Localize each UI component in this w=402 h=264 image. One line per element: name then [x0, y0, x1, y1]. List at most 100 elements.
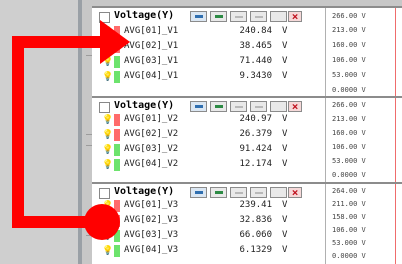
tick-label: 53.000 V [332, 239, 366, 247]
color-swatch [114, 245, 120, 257]
tick-label: 53.000 V [332, 157, 366, 165]
color-swatch [114, 159, 120, 171]
bulb-icon[interactable]: 💡 [102, 130, 113, 140]
row-unit: V [282, 215, 288, 225]
color-swatch [114, 129, 120, 141]
cursor-line [395, 184, 396, 264]
row-value: 71.440 [239, 56, 272, 66]
row-value: 91.424 [239, 144, 272, 154]
chart-button[interactable] [210, 187, 227, 198]
color-swatch [114, 71, 120, 83]
copy-button[interactable] [250, 187, 267, 198]
tick-label: 160.00 V [332, 41, 366, 49]
row-unit: V [282, 129, 288, 139]
bulb-icon[interactable]: 💡 [102, 115, 113, 125]
row-label: AVG[02]_V1 [124, 41, 179, 51]
row-label: AVG[01]_V3 [124, 200, 179, 210]
bulb-icon[interactable]: 💡 [102, 145, 113, 155]
tick-label: 264.00 V [332, 187, 366, 195]
y-axis: 264.00 V 211.00 V 158.00 V 106.00 V 53.0… [325, 184, 402, 264]
tick-label: 0.0000 V [332, 171, 366, 179]
tick-label: 213.00 V [332, 115, 366, 123]
color-swatch [114, 114, 120, 126]
row-label: AVG[04]_V3 [124, 245, 179, 255]
copy-button[interactable] [250, 11, 267, 22]
tick-label: 106.00 V [332, 226, 366, 234]
tick-label: 158.00 V [332, 213, 366, 221]
tick-label: 266.00 V [332, 12, 366, 20]
tick-label: 53.000 V [332, 71, 366, 79]
row-unit: V [282, 230, 288, 240]
chart-button[interactable] [210, 11, 227, 22]
row-value: 12.174 [239, 159, 272, 169]
row-unit: V [282, 114, 288, 124]
row-label: AVG[01]_V1 [124, 26, 179, 36]
row-label: AVG[03]_V1 [124, 56, 179, 66]
row-label: AVG[02]_V3 [124, 215, 179, 225]
tick-label: 266.00 V [332, 101, 366, 109]
row-value: 6.1329 [239, 245, 272, 255]
scale-button[interactable] [190, 101, 207, 112]
copy-button[interactable] [250, 101, 267, 112]
row-unit: V [282, 245, 288, 255]
panel-title: Voltage(Y) [114, 186, 175, 197]
row-unit: V [282, 144, 288, 154]
y-axis: 266.00 V 213.00 V 160.00 V 106.00 V 53.0… [325, 8, 402, 96]
color-swatch [114, 144, 120, 156]
bulb-icon[interactable]: 💡 [102, 246, 113, 256]
cursor-line [395, 8, 396, 96]
panel-checkbox[interactable] [99, 188, 110, 199]
line-button[interactable] [230, 101, 247, 112]
tick-label: 106.00 V [332, 143, 366, 151]
row-unit: V [282, 200, 288, 210]
panel-checkbox[interactable] [99, 102, 110, 113]
row-value: 38.465 [239, 41, 272, 51]
annotation-line-top [12, 36, 102, 48]
arrow-icon [100, 20, 130, 64]
line-button[interactable] [230, 11, 247, 22]
blank-button[interactable] [270, 101, 287, 112]
panel-title: Voltage(Y) [114, 100, 175, 111]
close-icon[interactable]: × [288, 101, 302, 112]
row-label: AVG[03]_V2 [124, 144, 179, 154]
row-label: AVG[01]_V2 [124, 114, 179, 124]
voltage-panel-1: Voltage(Y) × 💡 AVG[01]_V1 240.84 V 💡 AVG… [92, 6, 402, 96]
voltage-panel-3: Voltage(Y) × 💡 AVG[01]_V3 239.41 V 💡 AVG… [92, 182, 402, 264]
cursor-line [395, 98, 396, 182]
tick-label: 106.00 V [332, 56, 366, 64]
line-button[interactable] [230, 187, 247, 198]
row-label: AVG[04]_V2 [124, 159, 179, 169]
row-unit: V [282, 56, 288, 66]
row-label: AVG[04]_V1 [124, 71, 179, 81]
row-unit: V [282, 41, 288, 51]
scale-button[interactable] [190, 187, 207, 198]
row-value: 239.41 [239, 200, 272, 210]
row-unit: V [282, 159, 288, 169]
annotation-line-left [12, 36, 24, 228]
voltage-panel-2: Voltage(Y) × 💡 AVG[01]_V2 240.97 V 💡 AVG… [92, 96, 402, 182]
close-icon[interactable]: × [288, 11, 302, 22]
annotation-dot [84, 204, 120, 240]
row-value: 66.060 [239, 230, 272, 240]
close-icon[interactable]: × [288, 187, 302, 198]
tick-label: 160.00 V [332, 129, 366, 137]
bulb-icon[interactable]: 💡 [102, 160, 113, 170]
row-unit: V [282, 71, 288, 81]
row-label: AVG[03]_V3 [124, 230, 179, 240]
tick-label: 0.0000 V [332, 252, 366, 260]
row-value: 240.97 [239, 114, 272, 124]
y-axis: 266.00 V 213.00 V 160.00 V 106.00 V 53.0… [325, 98, 402, 182]
bulb-icon[interactable]: 💡 [102, 72, 113, 82]
row-value: 9.3430 [239, 71, 272, 81]
row-value: 26.379 [239, 129, 272, 139]
row-value: 32.836 [239, 215, 272, 225]
tick-label: 211.00 V [332, 200, 366, 208]
blank-button[interactable] [270, 11, 287, 22]
scale-button[interactable] [190, 11, 207, 22]
chart-button[interactable] [210, 101, 227, 112]
row-unit: V [282, 26, 288, 36]
blank-button[interactable] [270, 187, 287, 198]
tick-label: 213.00 V [332, 26, 366, 34]
row-value: 240.84 [239, 26, 272, 36]
tick-label: 0.0000 V [332, 86, 366, 94]
